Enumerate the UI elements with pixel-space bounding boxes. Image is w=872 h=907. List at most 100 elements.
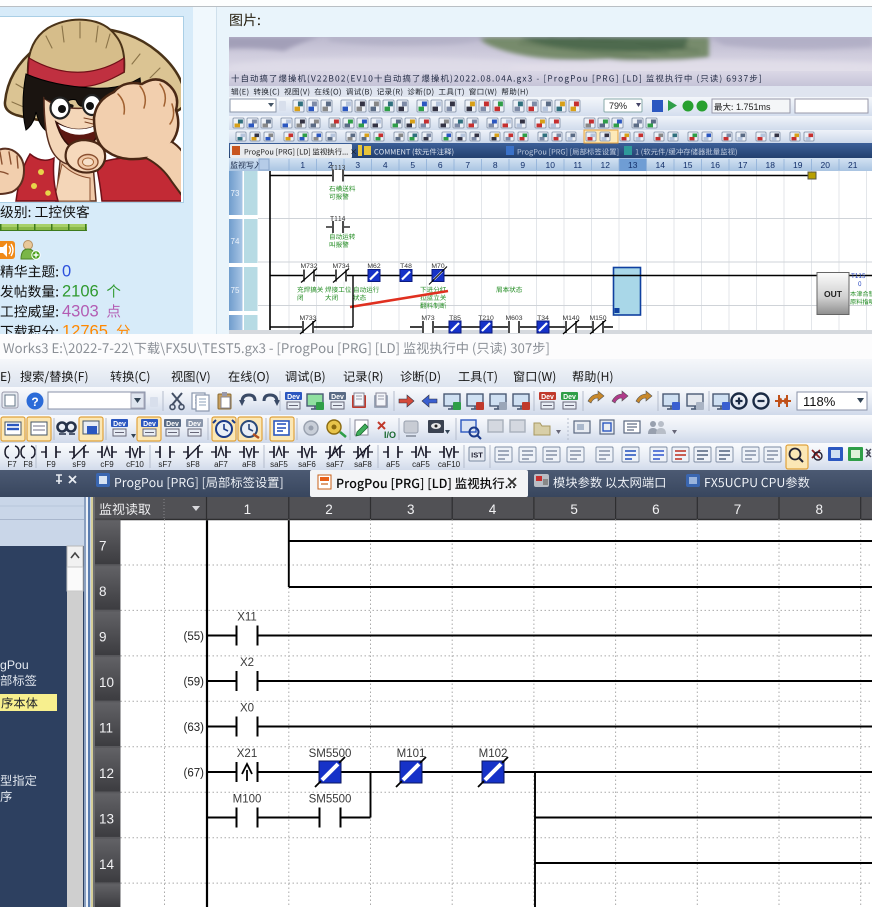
svg-text:SM5500: SM5500 <box>309 794 352 806</box>
svg-text:M100: M100 <box>233 794 262 806</box>
svg-text:T34: T34 <box>537 315 549 322</box>
svg-text:1: 1 <box>300 160 305 170</box>
svg-text:X21: X21 <box>237 748 257 760</box>
svg-text:5: 5 <box>570 502 578 517</box>
svg-text:saF5: saF5 <box>270 460 288 469</box>
svg-text:7: 7 <box>734 502 742 517</box>
svg-text:8: 8 <box>99 584 107 599</box>
svg-text:M603: M603 <box>505 315 522 322</box>
svg-text:M140: M140 <box>562 315 579 322</box>
svg-text:(63): (63) <box>184 722 205 734</box>
svg-text:13: 13 <box>628 160 638 170</box>
svg-text:saF7: saF7 <box>326 460 344 469</box>
svg-text:2: 2 <box>325 502 333 517</box>
svg-text:12: 12 <box>99 766 114 781</box>
svg-text:3: 3 <box>407 502 415 517</box>
svg-text:17: 17 <box>738 160 748 170</box>
svg-text:OUT: OUT <box>824 289 843 299</box>
svg-text:Dev: Dev <box>143 421 156 428</box>
svg-text:73: 73 <box>231 189 240 198</box>
svg-text:M70: M70 <box>431 263 444 270</box>
svg-text:5: 5 <box>410 160 415 170</box>
svg-text:74: 74 <box>231 237 240 246</box>
svg-text:20: 20 <box>821 160 831 170</box>
svg-text:M733: M733 <box>299 315 316 322</box>
svg-text:10: 10 <box>546 160 556 170</box>
svg-text:saF6: saF6 <box>298 460 316 469</box>
svg-text:6: 6 <box>652 502 660 517</box>
svg-text:1: 1 <box>244 502 252 517</box>
svg-text:F9: F9 <box>46 460 56 469</box>
svg-text:16: 16 <box>711 160 721 170</box>
svg-text:F8: F8 <box>23 460 33 469</box>
svg-text:T48: T48 <box>400 263 412 270</box>
svg-text:I/O: I/O <box>384 430 396 440</box>
svg-text:(59): (59) <box>184 677 205 689</box>
svg-text:M150: M150 <box>589 315 606 322</box>
svg-text:Dev: Dev <box>166 421 179 428</box>
svg-text:8: 8 <box>493 160 498 170</box>
svg-text:sF9: sF9 <box>72 460 86 469</box>
svg-text:(67): (67) <box>184 768 205 780</box>
svg-text:gPou: gPou <box>0 658 29 672</box>
svg-text:12: 12 <box>601 160 611 170</box>
svg-text:cF10: cF10 <box>126 460 144 469</box>
svg-text:9: 9 <box>520 160 525 170</box>
svg-text:9: 9 <box>99 630 107 645</box>
svg-text:?: ? <box>31 395 38 409</box>
svg-text:14: 14 <box>99 857 115 872</box>
svg-text:X0: X0 <box>240 703 254 715</box>
svg-text:4303: 4303 <box>62 303 99 321</box>
svg-text:118%: 118% <box>803 394 836 409</box>
svg-text:caF10: caF10 <box>438 460 461 469</box>
svg-text:4: 4 <box>489 502 497 517</box>
svg-text:Dev: Dev <box>563 394 576 401</box>
svg-text:7: 7 <box>465 160 470 170</box>
svg-text:SM5500: SM5500 <box>309 748 352 760</box>
svg-text:aF7: aF7 <box>214 460 228 469</box>
svg-text:11: 11 <box>573 160 582 170</box>
svg-text:0: 0 <box>62 263 71 281</box>
svg-text:Dev: Dev <box>113 421 126 428</box>
svg-text:2106: 2106 <box>62 283 99 301</box>
svg-text:1.751ms: 1.751ms <box>736 102 771 112</box>
svg-text:M734: M734 <box>332 263 349 270</box>
svg-text:8: 8 <box>815 502 823 517</box>
svg-text:F7: F7 <box>7 460 17 469</box>
svg-text:12765: 12765 <box>62 323 108 341</box>
svg-text:Dev: Dev <box>331 394 344 401</box>
svg-text:M102: M102 <box>479 748 508 760</box>
svg-text:cF9: cF9 <box>100 460 114 469</box>
svg-text:X2: X2 <box>240 657 254 669</box>
svg-text:IST: IST <box>471 451 483 460</box>
svg-text:3: 3 <box>355 160 360 170</box>
svg-text:Dev: Dev <box>188 421 201 428</box>
svg-text:75: 75 <box>231 286 240 295</box>
svg-text:(55): (55) <box>184 631 205 643</box>
svg-text:19: 19 <box>793 160 803 170</box>
svg-text:7: 7 <box>99 539 107 554</box>
svg-text:sF8: sF8 <box>186 460 200 469</box>
svg-text:caF5: caF5 <box>412 460 430 469</box>
svg-text:M732: M732 <box>300 263 317 270</box>
svg-text:X11: X11 <box>237 612 257 624</box>
svg-text:4: 4 <box>383 160 388 170</box>
svg-text:10: 10 <box>99 675 114 690</box>
svg-text:13: 13 <box>99 811 114 826</box>
svg-text:sF7: sF7 <box>158 460 172 469</box>
svg-text:M62: M62 <box>367 263 380 270</box>
svg-text:saF8: saF8 <box>354 460 372 469</box>
svg-text:18: 18 <box>766 160 776 170</box>
svg-text:M73: M73 <box>421 315 434 322</box>
svg-text:Dev: Dev <box>287 394 300 401</box>
svg-text:aF8: aF8 <box>242 460 256 469</box>
svg-text:11: 11 <box>99 721 113 736</box>
svg-text:21: 21 <box>848 160 858 170</box>
svg-text:79%: 79% <box>609 101 627 111</box>
svg-text:15: 15 <box>683 160 693 170</box>
svg-text:T85: T85 <box>449 315 461 322</box>
svg-text:6: 6 <box>438 160 443 170</box>
svg-text:Dev: Dev <box>541 394 554 401</box>
svg-text:14: 14 <box>656 160 666 170</box>
svg-text:T210: T210 <box>478 315 494 322</box>
